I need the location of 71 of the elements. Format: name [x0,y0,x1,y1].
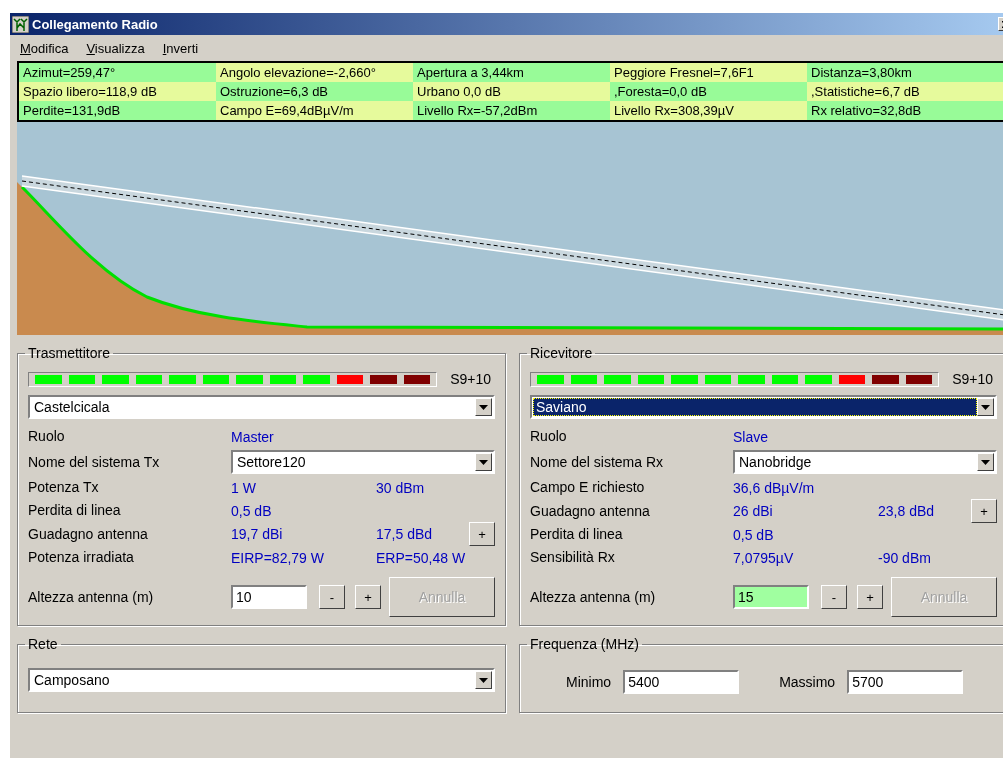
menu-item[interactable]: Visualizza [86,41,145,56]
field-value: 36,6 dBµV/m [733,479,815,496]
field-label: Perdita di linea [530,525,624,544]
info-cell: Perdite=131,9dB [19,101,216,120]
add-button[interactable]: + [971,499,997,523]
field-value: 0,5 dB [231,502,272,519]
field-label: Minimo [566,674,612,690]
field-label: Massimo [779,674,836,690]
increase-button[interactable]: + [857,585,883,609]
menu-item[interactable]: Inverti [162,41,199,56]
field-label: Guadagno antenna [530,501,651,521]
field-value: 1 W [231,479,256,496]
panel-title: Frequenza (MHz) [529,636,640,652]
antenna-height-field[interactable]: 10 [231,585,307,609]
network-dropdown[interactable]: Camposano [28,668,495,692]
field-value: 30 dBm [376,479,425,496]
info-cell: Livello Rx=308,39µV [610,101,807,120]
info-cell: Ostruzione=6,3 dB [216,82,413,101]
meter-reading: S9+10 [450,371,491,387]
field-label: Perdita di linea [28,501,122,520]
info-cell: Rx relativo=32,8dB [807,101,1003,120]
panel-title: Trasmettitore [27,345,111,361]
field-label: Ruolo [28,427,66,446]
field-label: Campo E richiesto [530,478,646,497]
increase-button[interactable]: + [355,585,381,609]
field-label: Altezza antenna (m) [28,589,155,605]
field-label: Nome del sistema Tx [28,452,161,472]
info-cell: Peggiore Fresnel=7,6F1 [610,63,807,82]
decrease-button[interactable]: - [319,585,345,609]
field-value: 17,5 dBd [376,526,433,542]
info-cell: Angolo elevazione=-2,660° [216,63,413,82]
info-cell: Azimut=259,47° [19,63,216,82]
field-value: ERP=50,48 W [376,549,466,566]
info-cell: Distanza=3,80km [807,63,1003,82]
panel-title: Ricevitore [529,345,594,361]
field-label: Sensibilità Rx [530,548,616,567]
add-button[interactable]: + [469,522,495,546]
field-value: Slave [733,428,769,445]
decrease-button[interactable]: - [821,585,847,609]
field-value: EIRP=82,79 W [231,549,324,566]
field-label: Potenza irradiata [28,548,135,567]
site-dropdown[interactable]: Castelcicala [28,395,495,419]
maximum-field[interactable]: 5700 [847,670,964,694]
info-cell: Apertura a 3,44km [413,63,610,82]
field-value: 7,0795µV [733,549,794,566]
info-cell: Campo E=69,4dBµV/m [216,101,413,120]
window-title: Collegamento Radio [32,16,158,32]
info-cell: Urbano 0,0 dB [413,82,610,101]
field-label: Altezza antenna (m) [530,589,657,605]
field-value: -90 dBm [878,549,931,566]
field-label: Guadagno antenna [28,524,149,544]
field-value: 23,8 dBd [878,503,935,519]
field-value: 26 dBi [733,503,773,519]
field-value: Master [231,428,274,445]
field-label: Nome del sistema Rx [530,452,665,472]
field-value: 0,5 dB [733,526,774,543]
field-label: Potenza Tx [28,478,100,497]
field-label: Ruolo [530,427,568,446]
panel-title: Rete [27,636,59,652]
minimum-field[interactable]: 5400 [623,670,740,694]
meter-reading: S9+10 [952,371,993,387]
antenna-height-field[interactable]: 15 [733,585,809,609]
info-cell: ,Foresta=0,0 dB [610,82,807,101]
system-dropdown[interactable]: Nanobridge [733,450,997,474]
system-dropdown[interactable]: Settore120 [231,450,495,474]
info-cell: Livello Rx=-57,2dBm [413,101,610,120]
info-cell: ,Statistiche=6,7 dB [807,82,1003,101]
site-dropdown[interactable]: Saviano [530,395,997,419]
field-value: 19,7 dBi [231,526,283,542]
info-cell: Spazio libero=118,9 dB [19,82,216,101]
menu-item[interactable]: Modifica [20,41,69,56]
